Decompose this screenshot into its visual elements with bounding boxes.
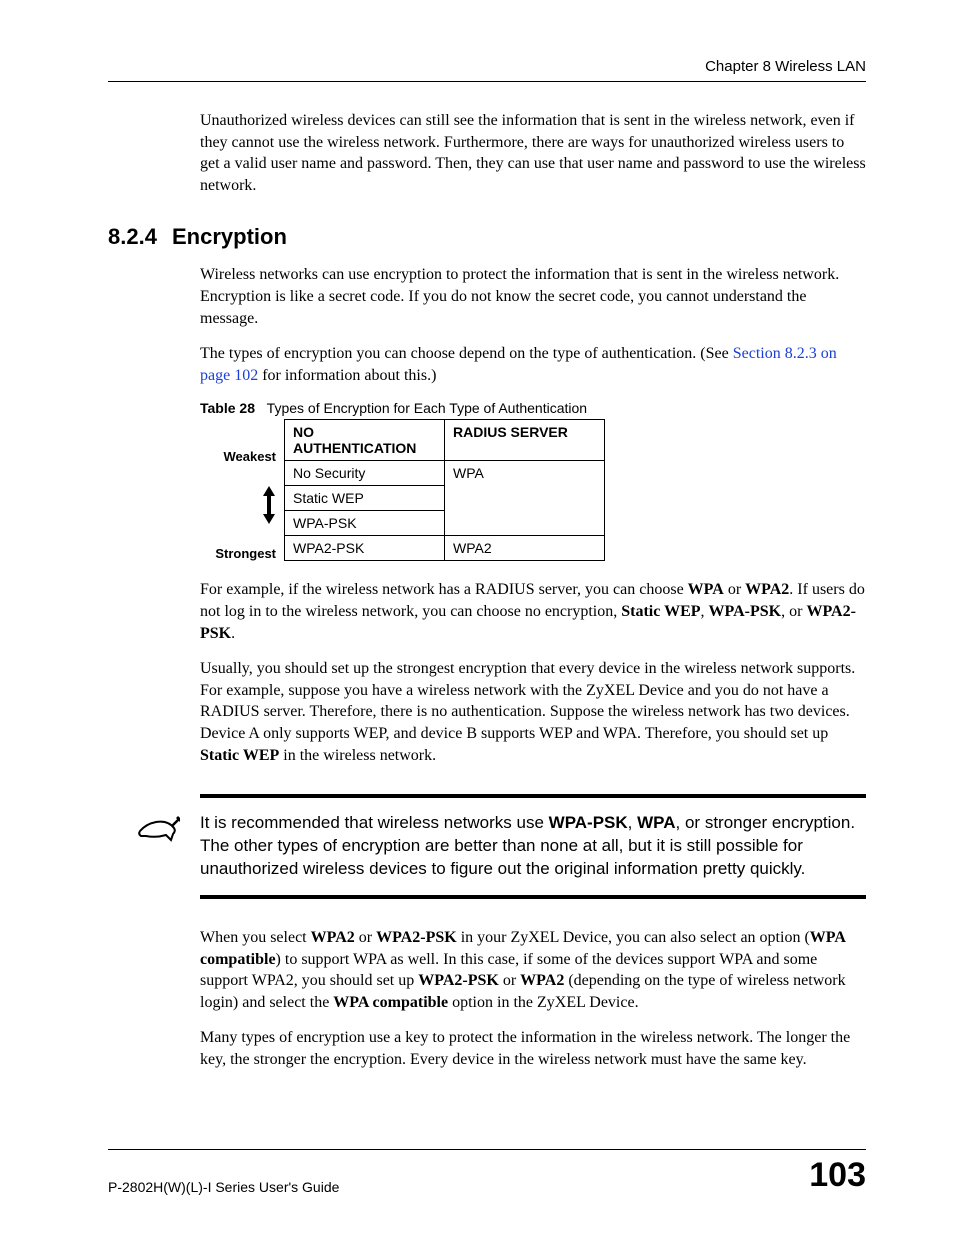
encryption-para-6: Many types of encryption use a key to pr… [200,1027,866,1070]
td: Static WEP [285,486,445,511]
th-radius: RADIUS SERVER [445,420,605,461]
encryption-para-2: The types of encryption you can choose d… [200,343,866,386]
note-icon [136,812,200,881]
encryption-para-3: For example, if the wireless network has… [200,579,866,644]
td: WPA-PSK [285,511,445,536]
table-row: WPA2-PSK WPA2 [285,536,605,561]
page-footer: P-2802H(W)(L)-I Series User's Guide 103 [108,1149,866,1195]
footer-rule [108,1149,866,1150]
table-caption: Table 28 Types of Encryption for Each Ty… [200,400,866,416]
note-top-rule [200,794,866,798]
intro-paragraph: Unauthorized wireless devices can still … [200,110,866,196]
footer-guide-title: P-2802H(W)(L)-I Series User's Guide [108,1179,339,1195]
para2-post: for information about this.) [258,367,436,384]
th-no-auth: NO AUTHENTICATION [285,420,445,461]
note-block: It is recommended that wireless networks… [108,794,866,899]
encryption-table: NO AUTHENTICATION RADIUS SERVER No Secur… [284,419,605,561]
encryption-para-1: Wireless networks can use encryption to … [200,264,866,329]
table-label: Table 28 [200,400,255,416]
encryption-para-5: When you select WPA2 or WPA2-PSK in your… [200,927,866,1013]
up-down-arrow-icon [262,486,276,524]
section-number: 8.2.4 [108,224,172,250]
page-number: 103 [809,1156,866,1195]
section-title: Encryption [172,224,287,249]
note-text: It is recommended that wireless networks… [200,812,866,881]
td: WPA2-PSK [285,536,445,561]
encryption-table-wrapper: Weakest Strongest NO AUTHENTICATION RADI… [200,419,866,561]
chapter-header: Chapter 8 Wireless LAN [108,58,866,75]
para2-pre: The types of encryption you can choose d… [200,345,733,362]
table-row: NO AUTHENTICATION RADIUS SERVER [285,420,605,461]
td: WPA2 [445,536,605,561]
table-caption-text: Types of Encryption for Each Type of Aut… [267,400,587,416]
note-bottom-rule [200,895,866,899]
header-rule [108,81,866,82]
label-weakest: Weakest [200,449,276,464]
label-strongest: Strongest [200,546,276,561]
table-row: No Security WPA [285,461,605,486]
td: WPA [445,461,605,536]
section-heading: 8.2.4Encryption [108,224,866,250]
strength-labels: Weakest Strongest [200,419,284,561]
encryption-para-4: Usually, you should set up the strongest… [200,658,866,766]
td: No Security [285,461,445,486]
